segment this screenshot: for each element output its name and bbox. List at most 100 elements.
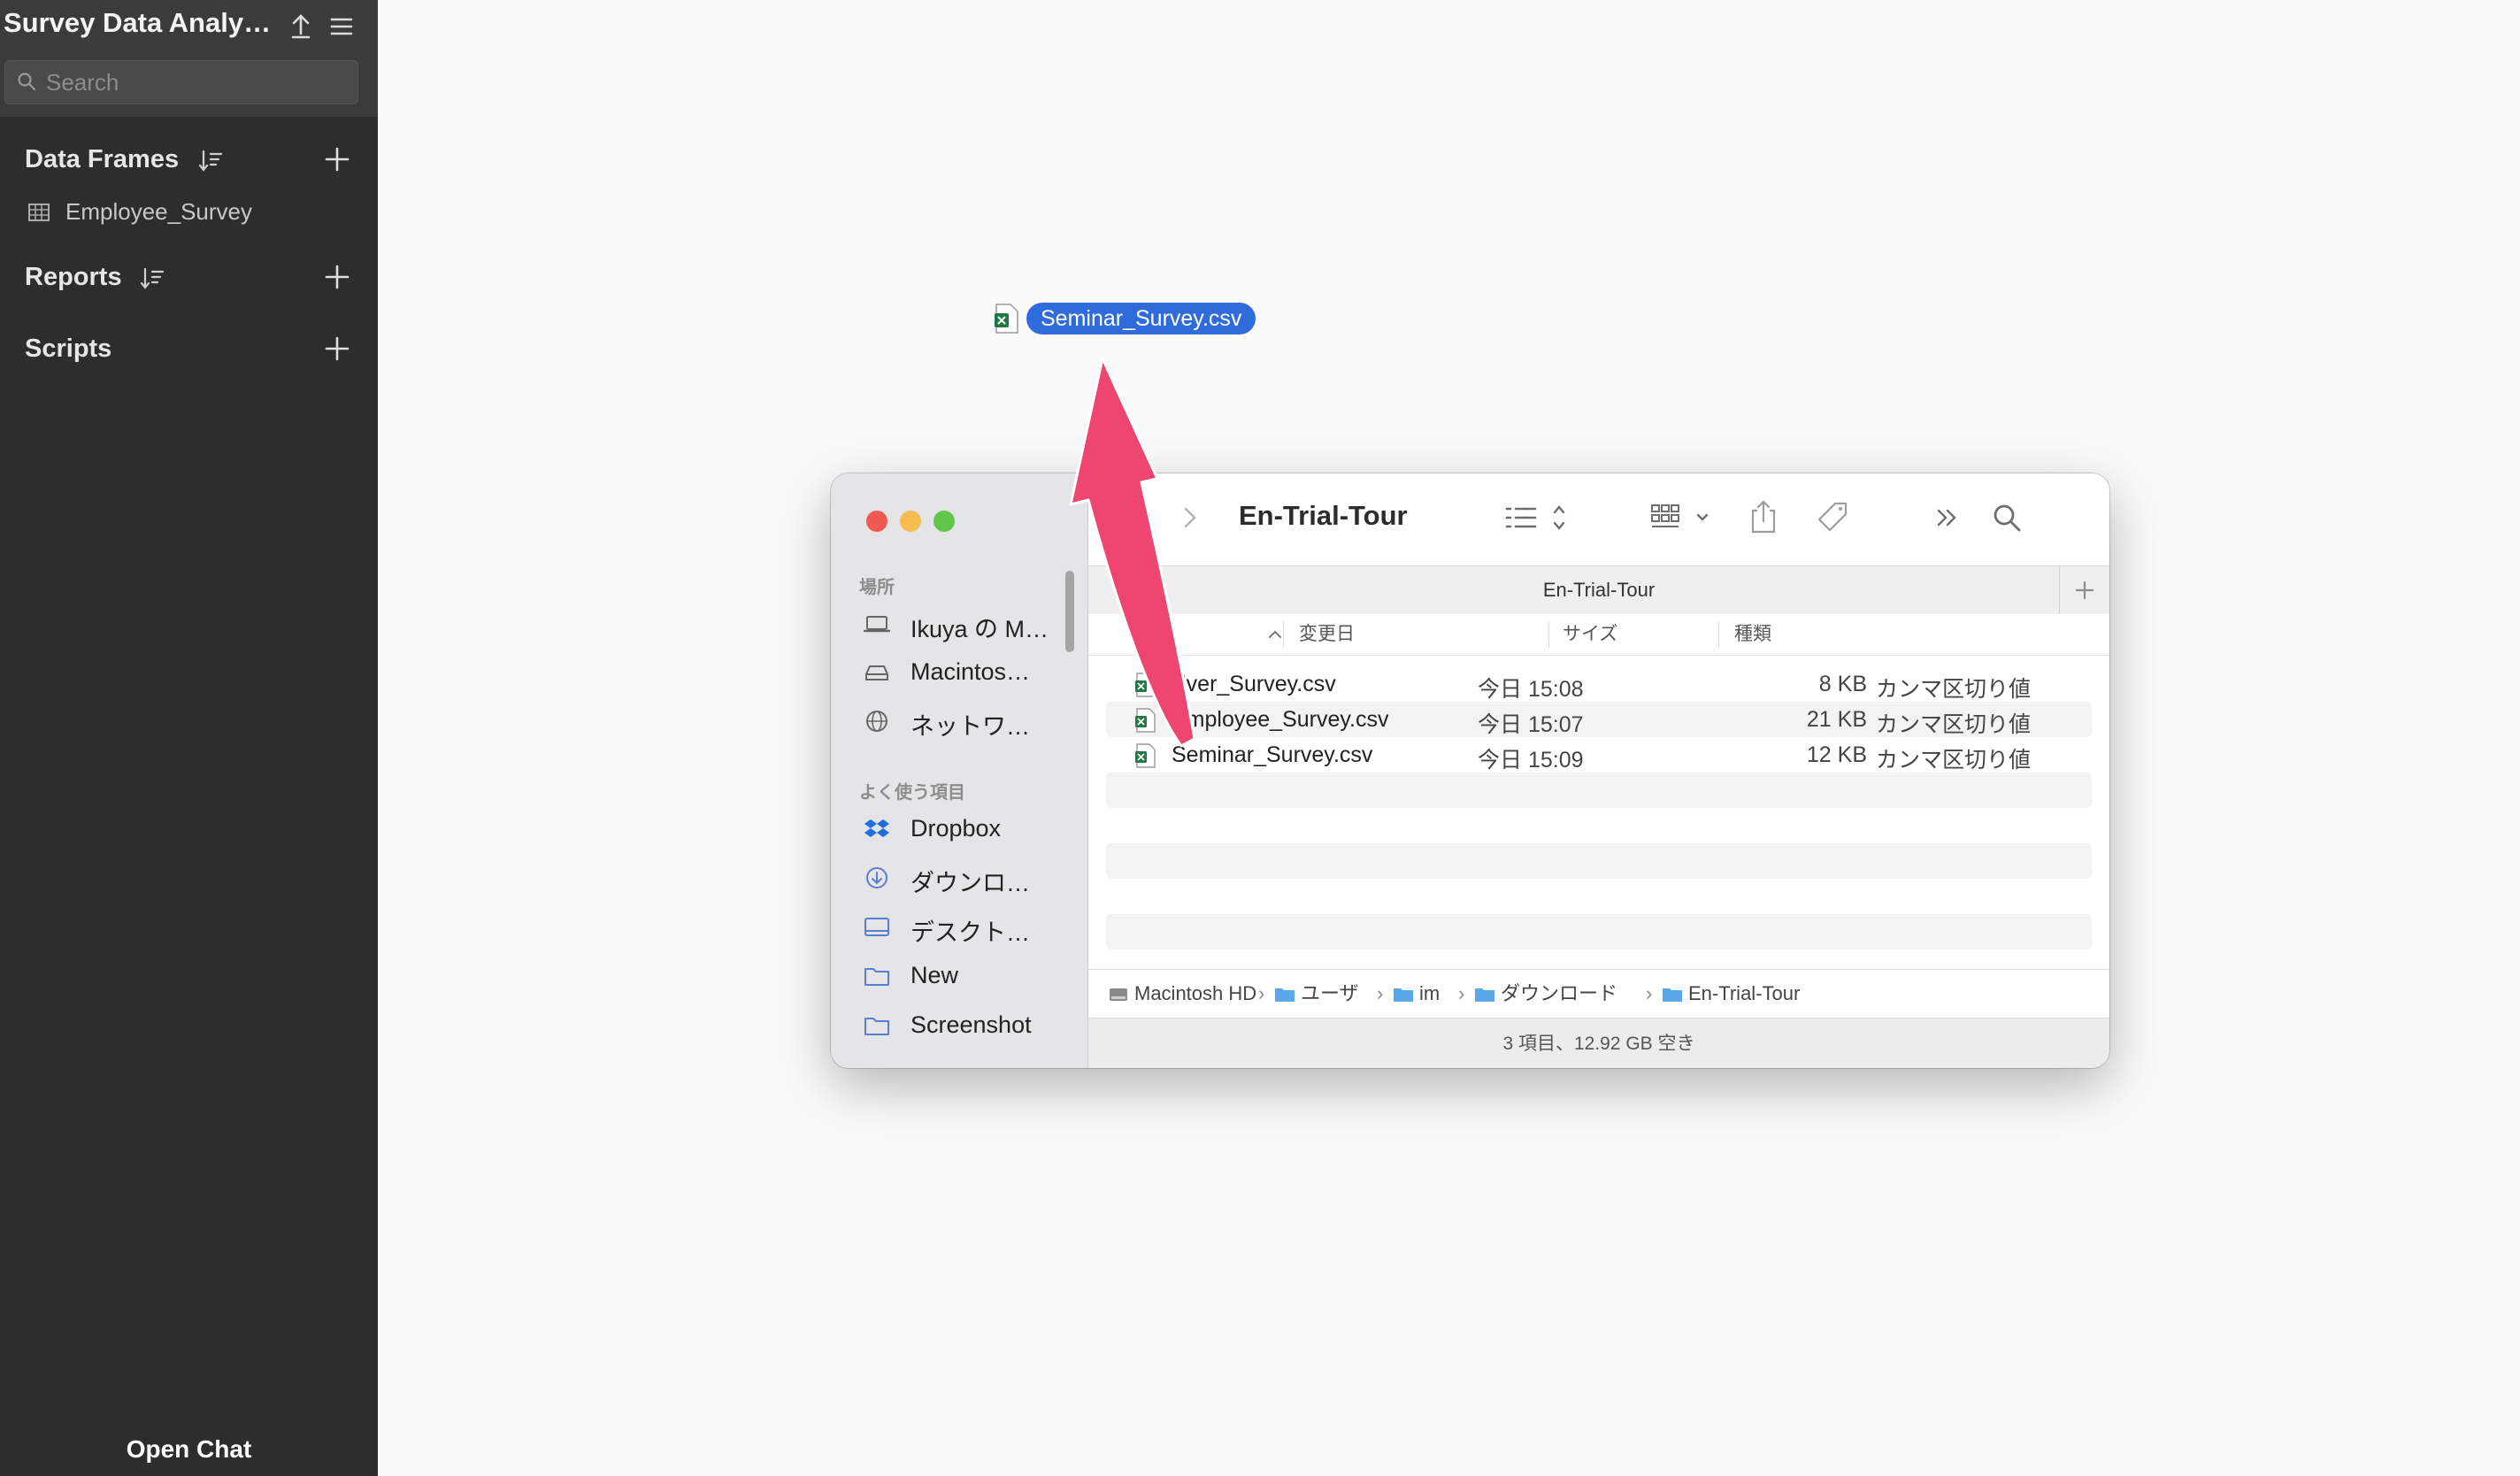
sidebar-item-label: ネットワ…	[910, 713, 1030, 740]
file-kind: カンマ区切り値	[1876, 748, 2032, 773]
locations-header: 場所	[859, 578, 895, 597]
path-label: ダウンロード	[1501, 982, 1618, 1004]
open-chat-button[interactable]: Open Chat	[0, 1423, 378, 1476]
csv-file-icon	[993, 303, 1021, 334]
file-row-seminar-survey[interactable]: Seminar_Survey.csv 今日 15:09 12 KB カンマ区切り…	[1106, 737, 2092, 773]
search-input[interactable]	[44, 66, 349, 98]
path-label: Macintosh HD	[1134, 982, 1257, 1004]
empty-row	[1106, 914, 2092, 949]
path-separator: ›	[1646, 982, 1653, 1004]
sidebar-item-macintosh-hd[interactable]: Macintos…	[863, 653, 1075, 692]
add-report-icon[interactable]	[323, 263, 351, 291]
section-label: Reports	[25, 263, 122, 291]
new-tab-button[interactable]	[2059, 566, 2109, 614]
sort-icon[interactable]	[196, 147, 225, 175]
globe-icon	[863, 709, 891, 734]
section-reports: Reports	[0, 252, 378, 305]
section-label: Scripts	[25, 334, 112, 363]
upload-icon[interactable]	[285, 11, 317, 42]
window-title: En-Trial-Tour	[1239, 500, 1408, 531]
path-item-users[interactable]: ユーザ	[1274, 970, 1359, 1018]
path-separator: ›	[1377, 982, 1384, 1004]
zoom-window-button[interactable]	[933, 511, 955, 532]
sidebar-item-screenshot[interactable]: Screenshot	[863, 1006, 1075, 1045]
more-toolbar-icon[interactable]	[1932, 502, 1963, 534]
favorites-header: よく使う項目	[859, 783, 965, 803]
path-item-macintosh-hd[interactable]: Macintosh HD	[1108, 970, 1256, 1018]
path-item-downloads[interactable]: ダウンロード	[1474, 970, 1617, 1018]
column-divider	[1548, 621, 1549, 648]
file-row-employee-survey[interactable]: Employee_Survey.csv 今日 15:07 21 KB カンマ区切…	[1106, 702, 2092, 737]
add-script-icon[interactable]	[323, 334, 351, 363]
list-view-icon[interactable]	[1503, 500, 1574, 535]
column-size[interactable]: サイズ	[1563, 614, 1617, 655]
file-size: 8 KB	[1818, 672, 1867, 696]
finder-tab-bar: En-Trial-Tour	[1088, 565, 2109, 615]
sidebar-item-computer[interactable]: Ikuya の M…	[863, 604, 1075, 643]
file-list: Ever_Survey.csv 今日 15:08 8 KB カンマ区切り値 Em…	[1088, 656, 2109, 957]
sidebar-item-new[interactable]: New	[863, 957, 1075, 996]
sidebar-item-label: Screenshot	[910, 1011, 1032, 1038]
folder-icon	[1662, 985, 1683, 1004]
sort-icon[interactable]	[138, 265, 166, 293]
menu-icon[interactable]	[326, 11, 357, 42]
folder-icon	[863, 1013, 891, 1038]
folder-icon	[1474, 985, 1495, 1004]
dragged-file-name: Seminar_Survey.csv	[1026, 303, 1256, 334]
path-bar: Macintosh HD › ユーザ › im › ダウンロード › En-Tr…	[1088, 969, 2109, 1018]
search-field[interactable]	[4, 60, 358, 104]
desktop-icon	[863, 915, 891, 940]
table-icon	[27, 200, 51, 225]
path-item-en-trial-tour[interactable]: En-Trial-Tour	[1662, 970, 1800, 1018]
sidebar-item-network[interactable]: ネットワ…	[863, 702, 1075, 741]
minimize-window-button[interactable]	[900, 511, 921, 532]
file-date: 今日 15:08	[1478, 677, 1584, 702]
file-size: 12 KB	[1806, 742, 1867, 767]
drag-arrow-annotation	[1069, 357, 1196, 748]
data-frame-item-employee-survey[interactable]: Employee_Survey	[0, 193, 378, 232]
plus-icon	[2060, 566, 2109, 614]
column-kind[interactable]: 種類	[1734, 614, 1771, 655]
add-data-frame-icon[interactable]	[323, 145, 351, 173]
file-row-ever-survey[interactable]: Ever_Survey.csv 今日 15:08 8 KB カンマ区切り値	[1106, 666, 2092, 702]
file-date: 今日 15:07	[1478, 712, 1584, 737]
tab-en-trial-tour[interactable]: En-Trial-Tour	[1088, 566, 2109, 614]
data-frame-label: Employee_Survey	[65, 198, 252, 225]
project-title[interactable]: Survey Data Analy…	[4, 7, 278, 39]
sidebar-item-dropbox[interactable]: Dropbox	[863, 810, 1075, 849]
section-scripts: Scripts	[0, 324, 378, 377]
file-size: 21 KB	[1806, 707, 1867, 732]
path-label: im	[1419, 982, 1441, 1004]
tag-icon[interactable]	[1814, 498, 1853, 537]
disk-icon	[863, 660, 891, 685]
empty-row	[1106, 773, 2092, 808]
folder-icon	[863, 964, 891, 988]
empty-row	[1106, 843, 2092, 879]
finder-toolbar: En-Trial-Tour	[1088, 473, 2109, 565]
path-label: En-Trial-Tour	[1688, 982, 1801, 1004]
close-window-button[interactable]	[866, 511, 887, 532]
path-separator: ›	[1458, 982, 1465, 1004]
home-folder-icon	[1393, 985, 1414, 1004]
search-icon[interactable]	[1989, 500, 2024, 535]
sidebar-item-label: Dropbox	[910, 815, 1002, 842]
finder-window: 場所 Ikuya の M… Macintos… ネットワ… よく使う項目 Dro…	[831, 473, 2109, 1068]
share-icon[interactable]	[1748, 498, 1779, 537]
file-date: 今日 15:09	[1478, 748, 1584, 773]
sidebar-header: Survey Data Analy…	[0, 0, 378, 117]
status-bar: 3 項目、12.92 GB 空き	[1088, 1018, 2109, 1068]
path-separator: ›	[1258, 982, 1265, 1004]
group-view-icon[interactable]	[1648, 500, 1719, 535]
sort-ascending-icon[interactable]	[1265, 614, 1285, 655]
path-item-im[interactable]: im	[1393, 970, 1440, 1018]
sidebar-item-label: Macintos…	[910, 658, 1031, 685]
column-date[interactable]: 変更日	[1299, 614, 1355, 655]
column-divider	[1283, 621, 1284, 648]
section-data-frames: Data Frames	[0, 135, 378, 188]
section-label: Data Frames	[25, 145, 180, 173]
sidebar-item-label: New	[910, 962, 959, 988]
file-kind: カンマ区切り値	[1876, 677, 2032, 702]
finder-sidebar: 場所 Ikuya の M… Macintos… ネットワ… よく使う項目 Dro…	[831, 473, 1088, 1068]
sidebar-item-desktop[interactable]: デスクト…	[863, 908, 1075, 947]
sidebar-item-downloads[interactable]: ダウンロ…	[863, 858, 1075, 897]
